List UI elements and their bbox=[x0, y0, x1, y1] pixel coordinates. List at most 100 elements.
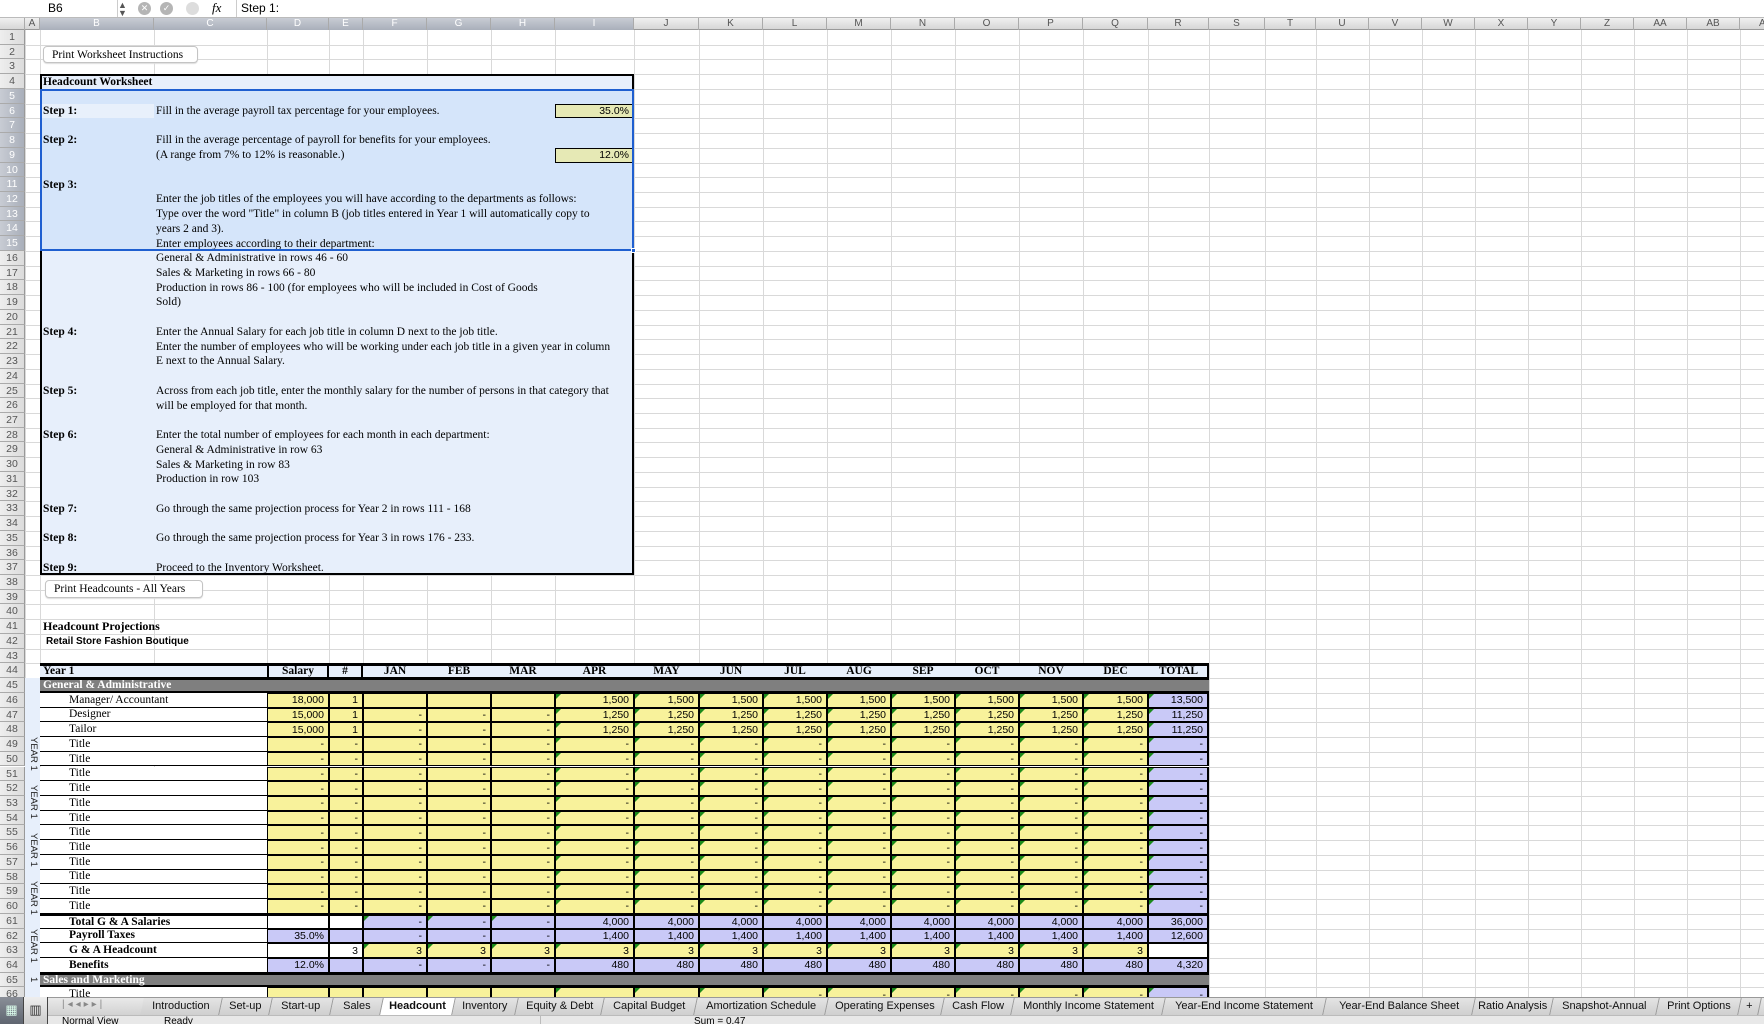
month-cell-jul[interactable]: - bbox=[763, 884, 827, 900]
row-header-8[interactable]: 8 bbox=[0, 133, 25, 148]
row-header-54[interactable]: 54 bbox=[0, 810, 25, 826]
month-cell-apr[interactable]: 1,250 bbox=[555, 722, 634, 738]
name-box-stepper-icon[interactable]: ▲ ▼ bbox=[118, 1, 127, 18]
month-cell-mar[interactable] bbox=[491, 987, 555, 997]
row-header-17[interactable]: 17 bbox=[0, 265, 25, 281]
month-cell-nov[interactable]: - bbox=[1019, 766, 1083, 782]
month-cell-jun[interactable]: - bbox=[699, 766, 763, 782]
row-header-43[interactable]: 43 bbox=[0, 648, 25, 664]
month-cell-jul[interactable]: - bbox=[763, 854, 827, 870]
month-cell-may[interactable]: - bbox=[634, 737, 699, 752]
month-cell-jun[interactable]: 4,000 bbox=[699, 913, 763, 929]
row-header-56[interactable]: 56 bbox=[0, 840, 25, 855]
month-cell-oct[interactable]: - bbox=[955, 795, 1019, 811]
month-cell-jun[interactable]: - bbox=[699, 854, 763, 870]
month-cell-sep[interactable]: - bbox=[891, 840, 955, 855]
normal-view-icon[interactable]: ▦ bbox=[0, 997, 24, 1024]
salary-cell[interactable]: 35.0% bbox=[267, 928, 329, 944]
month-cell-nov[interactable]: 480 bbox=[1019, 957, 1083, 973]
sheet-tab-year-end-balance-sheet[interactable]: Year-End Balance Sheet bbox=[1323, 998, 1476, 1015]
column-header-q[interactable]: Q bbox=[1083, 18, 1148, 30]
column-header-p[interactable]: P bbox=[1019, 18, 1083, 30]
month-cell-oct[interactable]: - bbox=[955, 899, 1019, 914]
salary-cell[interactable]: 15,000 bbox=[267, 707, 329, 723]
month-cell-mar[interactable]: - bbox=[491, 737, 555, 752]
month-cell-jul[interactable]: - bbox=[763, 899, 827, 914]
month-cell-nov[interactable]: 3 bbox=[1019, 943, 1083, 958]
row-header-60[interactable]: 60 bbox=[0, 899, 25, 914]
month-cell-nov[interactable]: - bbox=[1019, 795, 1083, 811]
month-cell-mar[interactable]: - bbox=[491, 913, 555, 929]
month-cell-feb[interactable] bbox=[427, 987, 491, 997]
month-cell-apr[interactable]: 1,500 bbox=[555, 692, 634, 708]
column-header-h[interactable]: H bbox=[491, 18, 555, 30]
row-header-19[interactable]: 19 bbox=[0, 295, 25, 310]
month-cell-apr[interactable]: - bbox=[555, 810, 634, 826]
count-cell[interactable] bbox=[329, 928, 363, 944]
month-cell-jan[interactable]: - bbox=[363, 928, 427, 944]
month-cell-jul[interactable]: 1,500 bbox=[763, 692, 827, 708]
column-header-x[interactable]: X bbox=[1475, 18, 1528, 30]
month-cell-dec[interactable]: 1,400 bbox=[1083, 928, 1148, 944]
row-header-58[interactable]: 58 bbox=[0, 869, 25, 885]
month-cell-feb[interactable] bbox=[427, 692, 491, 708]
column-header-ab[interactable]: AB bbox=[1687, 18, 1740, 30]
row-header-12[interactable]: 12 bbox=[0, 192, 25, 207]
count-cell[interactable]: - bbox=[329, 825, 363, 841]
row-header-32[interactable]: 32 bbox=[0, 486, 25, 502]
month-cell-mar[interactable]: - bbox=[491, 854, 555, 870]
sheet-tab-set-up[interactable]: Set-up bbox=[219, 998, 273, 1015]
page-layout-view-icon[interactable]: ▥ bbox=[24, 997, 48, 1024]
month-cell-dec[interactable]: - bbox=[1083, 840, 1148, 855]
month-cell-jan[interactable]: - bbox=[363, 957, 427, 973]
column-header-m[interactable]: M bbox=[827, 18, 891, 30]
month-cell-mar[interactable]: - bbox=[491, 781, 555, 796]
month-cell-jun[interactable]: - bbox=[699, 737, 763, 752]
month-cell-jul[interactable]: - bbox=[763, 825, 827, 841]
count-cell[interactable]: - bbox=[329, 751, 363, 767]
salary-cell[interactable]: 18,000 bbox=[267, 692, 329, 708]
row-header-1[interactable]: 1 bbox=[0, 30, 25, 45]
salary-cell[interactable] bbox=[267, 943, 329, 958]
month-cell-apr[interactable]: - bbox=[555, 869, 634, 885]
count-cell[interactable]: - bbox=[329, 737, 363, 752]
row-header-44[interactable]: 44 bbox=[0, 663, 25, 679]
month-cell-oct[interactable]: - bbox=[955, 854, 1019, 870]
month-cell-feb[interactable]: - bbox=[427, 869, 491, 885]
column-header-r[interactable]: R bbox=[1148, 18, 1209, 30]
month-cell-jul[interactable]: - bbox=[763, 840, 827, 855]
month-cell-oct[interactable]: - bbox=[955, 869, 1019, 885]
month-cell-mar[interactable]: - bbox=[491, 884, 555, 900]
month-cell-jan[interactable] bbox=[363, 987, 427, 997]
row-header-20[interactable]: 20 bbox=[0, 309, 25, 325]
month-cell-feb[interactable]: - bbox=[427, 913, 491, 929]
row-header-49[interactable]: 49 bbox=[0, 737, 25, 752]
month-cell-jan[interactable]: - bbox=[363, 751, 427, 767]
salary-cell[interactable]: - bbox=[267, 854, 329, 870]
month-cell-may[interactable]: - bbox=[634, 810, 699, 826]
row-label[interactable]: Title bbox=[40, 899, 267, 914]
month-cell-jul[interactable]: - bbox=[763, 781, 827, 796]
month-cell-feb[interactable]: - bbox=[427, 957, 491, 973]
column-header-v[interactable]: V bbox=[1369, 18, 1422, 30]
column-header-j[interactable]: J bbox=[634, 18, 699, 30]
month-cell-jun[interactable]: - bbox=[699, 751, 763, 767]
month-cell-may[interactable]: - bbox=[634, 899, 699, 914]
month-cell-apr[interactable] bbox=[555, 987, 634, 997]
month-cell-may[interactable]: - bbox=[634, 854, 699, 870]
select-all-corner[interactable] bbox=[0, 18, 25, 30]
month-cell-may[interactable]: 1,250 bbox=[634, 722, 699, 738]
month-cell-mar[interactable]: - bbox=[491, 899, 555, 914]
month-cell-feb[interactable]: - bbox=[427, 884, 491, 900]
month-cell-sep[interactable]: - bbox=[891, 810, 955, 826]
row-header-33[interactable]: 33 bbox=[0, 501, 25, 517]
month-cell-mar[interactable]: - bbox=[491, 707, 555, 723]
month-cell-oct[interactable]: 1,250 bbox=[955, 722, 1019, 738]
row-label[interactable]: Title bbox=[40, 795, 267, 811]
column-header-t[interactable]: T bbox=[1265, 18, 1316, 30]
month-cell-dec[interactable]: - bbox=[1083, 766, 1148, 782]
count-cell[interactable]: - bbox=[329, 840, 363, 855]
month-cell-jan[interactable]: - bbox=[363, 766, 427, 782]
month-cell-dec[interactable]: - bbox=[1083, 781, 1148, 796]
column-header-f[interactable]: F bbox=[363, 18, 427, 30]
